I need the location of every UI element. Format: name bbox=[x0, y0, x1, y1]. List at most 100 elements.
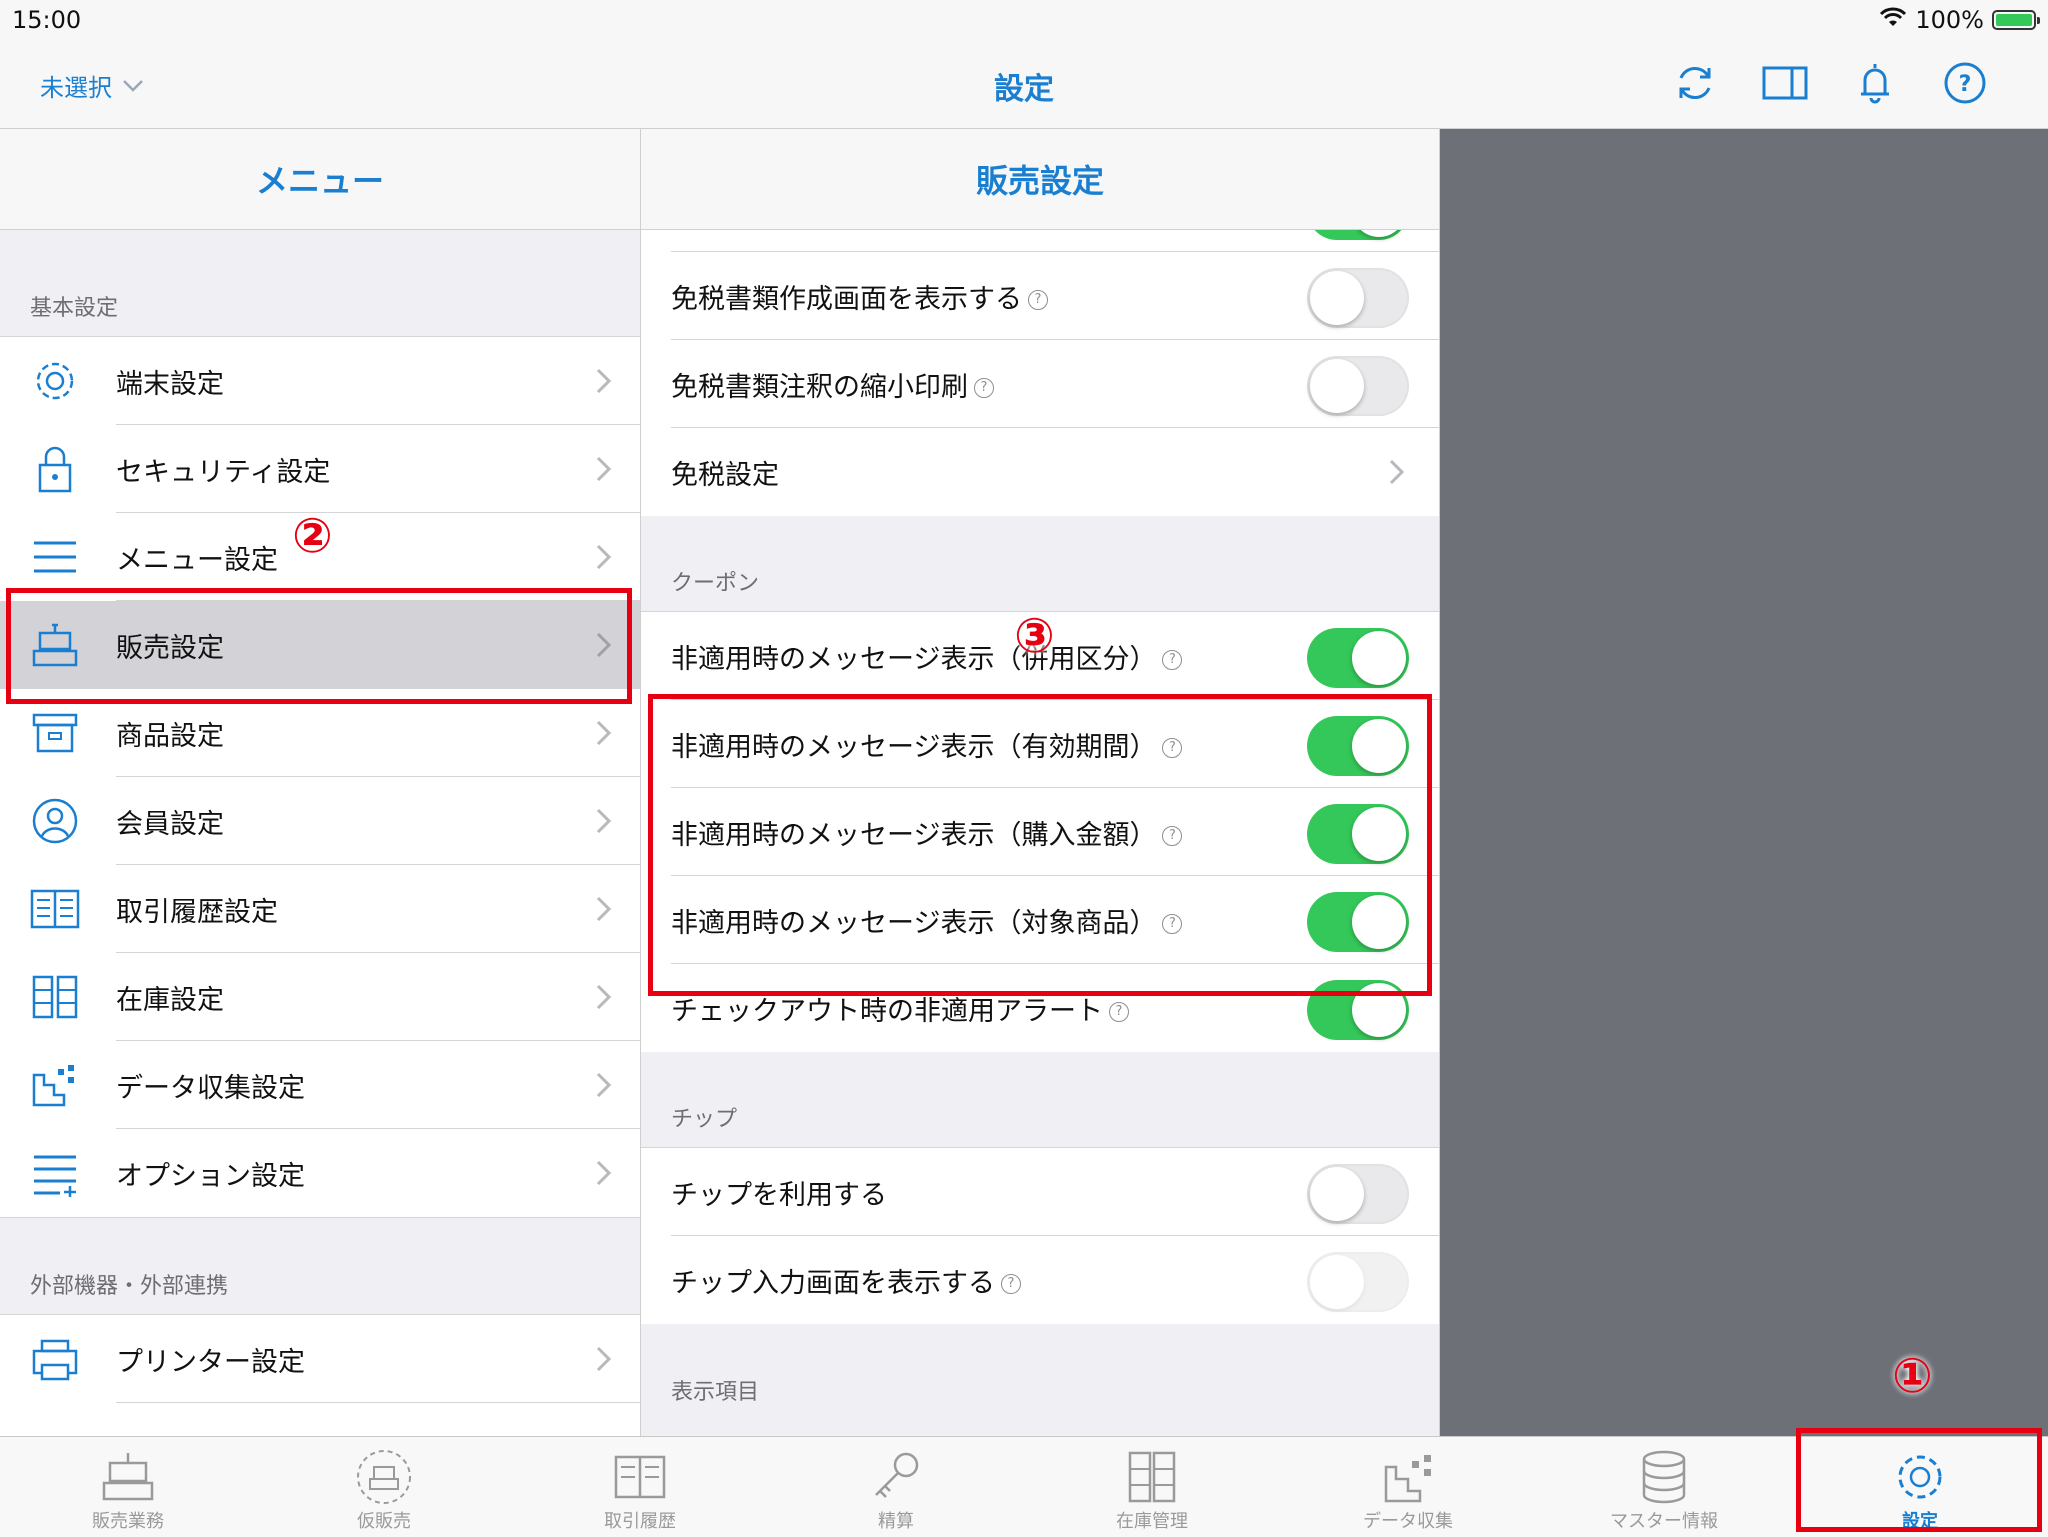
chevron-right-icon bbox=[596, 544, 612, 570]
setting-label: 非適用時のメッセージ表示（対象商品）? bbox=[671, 876, 1183, 964]
data-icon bbox=[30, 1061, 80, 1109]
toggle-use-tip[interactable] bbox=[1307, 1164, 1409, 1224]
chevron-right-icon bbox=[596, 1346, 612, 1372]
menu-item-security-settings[interactable]: セキュリティ設定 bbox=[0, 425, 640, 513]
menu-item-option-settings[interactable]: オプション設定 bbox=[0, 1129, 640, 1217]
section-basic-settings: 基本設定 bbox=[30, 296, 119, 321]
menu-group-basic: 端末設定 セキュリティ設定 メニュー設定 販売設定 商品設定 会員設定 取引履歴… bbox=[0, 336, 640, 1218]
help-icon[interactable]: ? bbox=[1162, 914, 1183, 934]
annotation-number-3: ③ bbox=[1014, 608, 1055, 664]
chevron-right-icon bbox=[596, 720, 612, 746]
menu-item-label: 在庫設定 bbox=[116, 984, 224, 1016]
setting-row-coupon-validity: 非適用時のメッセージ表示（有効期間）? bbox=[641, 700, 1439, 788]
toggle-tip-input[interactable] bbox=[1307, 1252, 1409, 1312]
battery-percent: 100% bbox=[1915, 6, 1984, 34]
menu-item-device-settings[interactable]: 端末設定 bbox=[0, 337, 640, 425]
register-icon bbox=[102, 1453, 154, 1501]
menu-item-sales-settings[interactable]: 販売設定 bbox=[0, 601, 640, 689]
menu-title: メニュー bbox=[0, 129, 640, 230]
chevron-right-icon bbox=[596, 896, 612, 922]
setting-row-checkout-alert: チェックアウト時の非適用アラート? bbox=[641, 964, 1439, 1052]
setting-row-coupon-products: 非適用時のメッセージ表示（対象商品）? bbox=[641, 876, 1439, 964]
menu-item-label: セキュリティ設定 bbox=[116, 456, 331, 488]
gear-icon bbox=[30, 357, 80, 405]
setting-row-tax-free-docs: 免税書類作成画面を表示する? bbox=[641, 252, 1439, 340]
tab-settlement[interactable]: 精算 bbox=[768, 1437, 1024, 1537]
book-icon bbox=[30, 885, 80, 933]
setting-label: チェックアウト時の非適用アラート? bbox=[671, 964, 1129, 1052]
register-icon bbox=[30, 621, 80, 669]
tab-bar: 販売業務 仮販売 取引履歴 精算 在庫管理 データ収集 マスター情報 設定 bbox=[0, 1436, 2048, 1537]
menu-item-member-settings[interactable]: 会員設定 bbox=[0, 777, 640, 865]
menu-item-label: オプション設定 bbox=[116, 1160, 305, 1192]
toggle-coupon-validity[interactable] bbox=[1307, 716, 1409, 776]
tab-inventory[interactable]: 在庫管理 bbox=[1024, 1437, 1280, 1537]
setting-label: 非適用時のメッセージ表示（購入金額）? bbox=[671, 788, 1183, 876]
annotation-number-2: ② bbox=[292, 508, 333, 564]
bell-icon[interactable] bbox=[1852, 60, 1898, 106]
navigation-bar: 未選択 設定 ? bbox=[0, 40, 2048, 129]
menu-item-label: 端末設定 bbox=[116, 368, 224, 400]
setting-row-tax-free-notes-print: 免税書類注釈の縮小印刷? bbox=[641, 340, 1439, 428]
menu-item-inventory-settings[interactable]: 在庫設定 bbox=[0, 953, 640, 1041]
setting-label: 免税書類作成画面を表示する? bbox=[671, 252, 1048, 340]
setting-label: 非適用時のメッセージ表示（有効期間）? bbox=[671, 700, 1183, 788]
detail-title: 販売設定 bbox=[641, 129, 1439, 230]
tab-history[interactable]: 取引履歴 bbox=[512, 1437, 768, 1537]
tab-master-info[interactable]: マスター情報 bbox=[1536, 1437, 1792, 1537]
menu-item-label: プリンター設定 bbox=[116, 1346, 305, 1378]
toggle-coupon-combination[interactable] bbox=[1307, 628, 1409, 688]
toggle-tax-free-docs[interactable] bbox=[1307, 268, 1409, 328]
help-icon[interactable]: ? bbox=[1942, 60, 1988, 106]
options-icon bbox=[30, 1149, 80, 1197]
tab-sales[interactable]: 販売業務 bbox=[0, 1437, 256, 1537]
tab-label: 取引履歴 bbox=[604, 1511, 676, 1532]
setting-row-tax-free-settings[interactable]: 免税設定 bbox=[641, 428, 1439, 516]
tab-label: データ収集 bbox=[1363, 1511, 1453, 1532]
sync-icon[interactable] bbox=[1672, 60, 1718, 106]
toggle-checkout-alert[interactable] bbox=[1307, 980, 1409, 1040]
help-icon[interactable]: ? bbox=[1162, 826, 1183, 846]
tab-label: 在庫管理 bbox=[1116, 1511, 1188, 1532]
menu-item-label: 取引履歴設定 bbox=[116, 896, 278, 928]
setting-label: チップ入力画面を表示する? bbox=[671, 1236, 1021, 1324]
sales-settings-pane: 販売設定 免税販売を利用する 免税書類作成画面を表示する? 免税書類注釈の縮小印… bbox=[641, 129, 1440, 1436]
setting-label: 免税書類注釈の縮小印刷? bbox=[671, 340, 994, 428]
printer-icon bbox=[30, 1335, 80, 1383]
toggle-coupon-amount[interactable] bbox=[1307, 804, 1409, 864]
menu-item-partial[interactable] bbox=[0, 1403, 640, 1436]
help-icon[interactable]: ? bbox=[1109, 1002, 1129, 1022]
menu-item-history-settings[interactable]: 取引履歴設定 bbox=[0, 865, 640, 953]
tab-data-collection[interactable]: データ収集 bbox=[1280, 1437, 1536, 1537]
menu-pane: メニュー 基本設定 端末設定 セキュリティ設定 メニュー設定 販売設定 商品設定… bbox=[0, 129, 641, 1436]
setting-label: チップを利用する bbox=[671, 1179, 887, 1211]
key-icon bbox=[875, 1452, 919, 1498]
empty-detail-area bbox=[1440, 129, 2048, 1436]
menu-item-printer-settings[interactable]: プリンター設定 bbox=[0, 1315, 640, 1403]
menu-item-data-collection-settings[interactable]: データ収集設定 bbox=[0, 1041, 640, 1129]
tab-temporary-sale[interactable]: 仮販売 bbox=[256, 1437, 512, 1537]
tab-settings[interactable]: 設定 bbox=[1792, 1437, 2048, 1537]
section-coupon: クーポン bbox=[641, 516, 1439, 612]
toggle-coupon-products[interactable] bbox=[1307, 892, 1409, 952]
help-icon[interactable]: ? bbox=[974, 378, 994, 398]
menu-item-product-settings[interactable]: 商品設定 bbox=[0, 689, 640, 777]
user-icon bbox=[30, 797, 80, 845]
chevron-right-icon bbox=[596, 456, 612, 482]
gear-icon bbox=[1898, 1455, 1942, 1499]
section-tip: チップ bbox=[641, 1052, 1439, 1148]
menu-item-label: 商品設定 bbox=[116, 720, 224, 752]
split-view-icon[interactable] bbox=[1762, 60, 1808, 106]
help-icon[interactable]: ? bbox=[1162, 650, 1183, 670]
tab-label: 精算 bbox=[878, 1511, 914, 1532]
help-icon[interactable]: ? bbox=[1001, 1274, 1021, 1294]
tab-label: マスター情報 bbox=[1610, 1511, 1718, 1532]
setting-row-use-tip: チップを利用する bbox=[641, 1148, 1439, 1236]
help-icon[interactable]: ? bbox=[1028, 290, 1048, 310]
wifi-icon bbox=[1879, 6, 1907, 34]
chevron-right-icon bbox=[596, 1160, 612, 1186]
battery-icon bbox=[1992, 10, 2040, 30]
help-icon[interactable]: ? bbox=[1162, 738, 1183, 758]
tab-label: 設定 bbox=[1902, 1511, 1938, 1532]
toggle-tax-free-notes-print[interactable] bbox=[1307, 356, 1409, 416]
